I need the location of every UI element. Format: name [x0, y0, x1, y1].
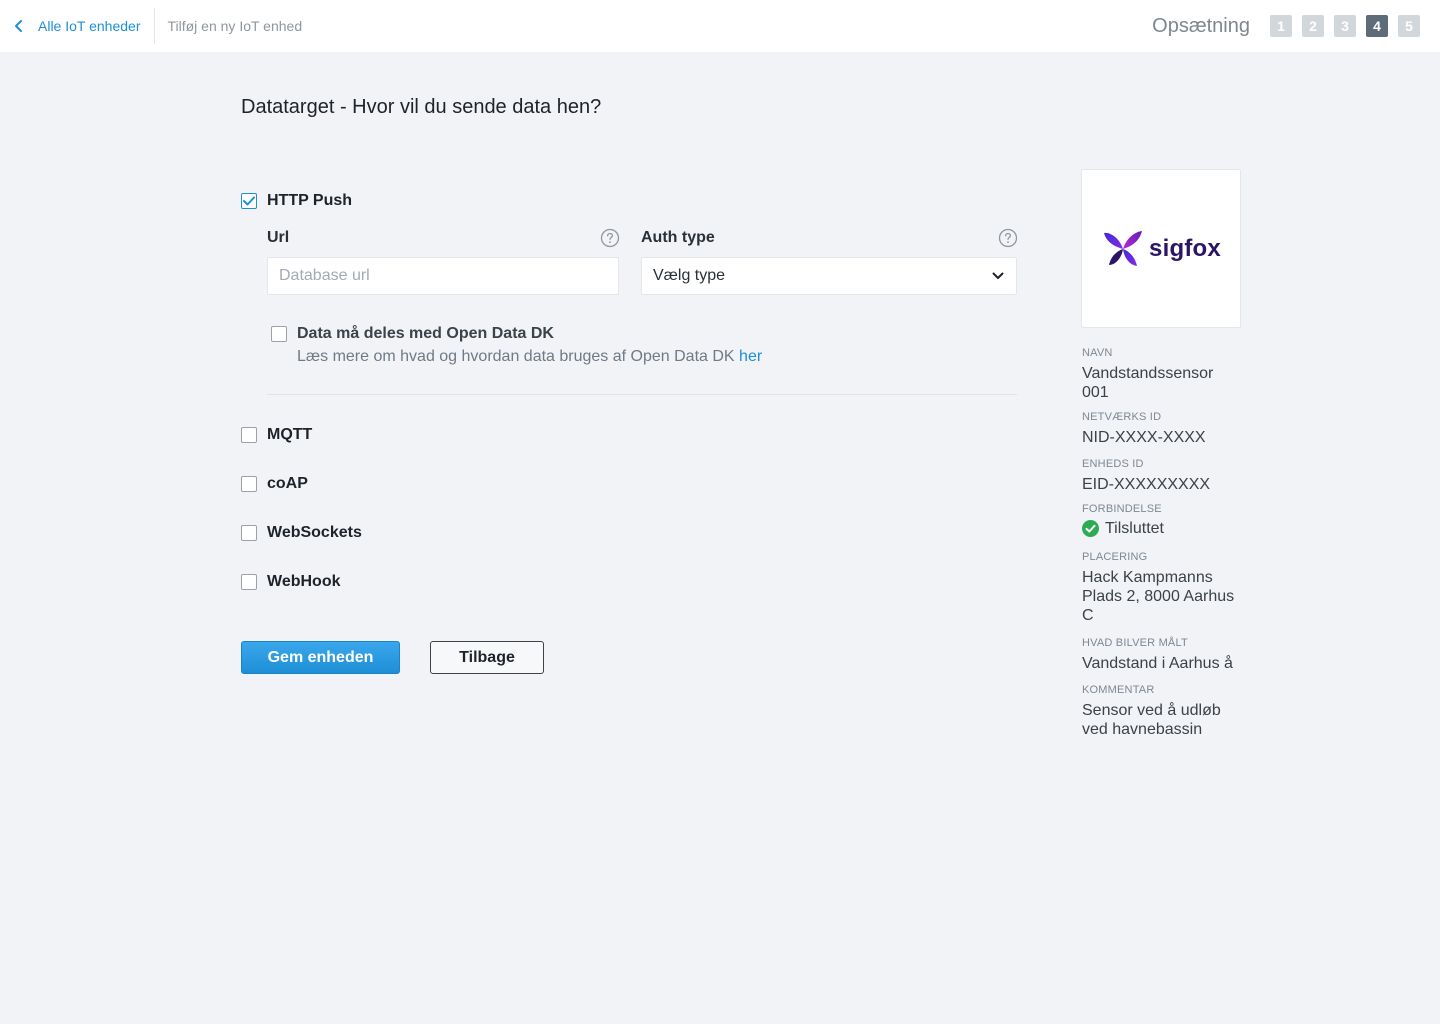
url-label: Url [267, 229, 290, 246]
top-bar: Alle IoT enheder Tilføj en ny IoT enhed … [0, 0, 1440, 52]
location-label: PLACERING [1082, 551, 1148, 563]
http-push-label: HTTP Push [267, 192, 353, 209]
location: PLACERING Hack Kampmanns Plads 2, 8000 A… [1082, 551, 1242, 625]
setup-steps: Opsætning 1 2 3 4 5 [1152, 0, 1420, 52]
connection-label: FORBINDELSE [1082, 503, 1162, 515]
websockets-label: WebSockets [267, 524, 362, 541]
network-id: NETVÆRKS ID NID-XXXX-XXXX [1082, 411, 1242, 447]
step-1[interactable]: 1 [1270, 15, 1292, 37]
opendata-checkbox[interactable] [271, 326, 287, 342]
url-input[interactable] [267, 257, 619, 295]
network-id-label: NETVÆRKS ID [1082, 411, 1162, 423]
coap-checkbox[interactable] [241, 476, 257, 492]
websockets-option: WebSockets [241, 524, 362, 542]
auth-type-help-icon[interactable] [998, 228, 1018, 248]
auth-type-label: Auth type [641, 229, 715, 246]
device-id-label: ENHEDS ID [1082, 458, 1144, 470]
url-help-icon[interactable] [600, 228, 620, 248]
breadcrumb-current: Tilføj en ny IoT enhed [167, 18, 303, 34]
webhook-label: WebHook [267, 573, 341, 590]
opendata-option: Data må deles med Open Data DK [271, 325, 554, 343]
back-button[interactable]: Tilbage [430, 641, 544, 674]
mqtt-label: MQTT [267, 426, 313, 443]
sigfox-butterfly-icon [1104, 230, 1143, 266]
save-device-button[interactable]: Gem enheden [241, 641, 400, 674]
websockets-checkbox[interactable] [241, 525, 257, 541]
steps-label: Opsætning [1152, 14, 1250, 37]
step-4-active[interactable]: 4 [1366, 15, 1388, 37]
coap-option: coAP [241, 475, 308, 493]
connection-status: FORBINDELSE Tilsluttet [1082, 503, 1242, 538]
breadcrumb-divider [154, 8, 156, 44]
mqtt-checkbox[interactable] [241, 427, 257, 443]
step-5[interactable]: 5 [1398, 15, 1420, 37]
step-3[interactable]: 3 [1334, 15, 1356, 37]
mqtt-option: MQTT [241, 426, 312, 444]
device-id: ENHEDS ID EID-XXXXXXXXX [1082, 458, 1242, 494]
name-value: Vandstandssensor 001 [1082, 365, 1214, 401]
device-id-value: EID-XXXXXXXXX [1082, 476, 1211, 493]
chevron-down-icon [992, 272, 1004, 279]
back-link-label: Alle IoT enheder [38, 18, 141, 34]
back-to-devices-link[interactable]: Alle IoT enheder [0, 0, 140, 52]
opendata-more-link[interactable]: her [739, 348, 762, 365]
comment-value: Sensor ved å udløb ved havnebassin [1082, 702, 1221, 738]
auth-type-selected: Vælg type [653, 267, 726, 284]
http-push-option: HTTP Push [241, 192, 352, 210]
auth-type-select[interactable]: Vælg type [641, 257, 1017, 295]
coap-label: coAP [267, 475, 308, 492]
http-push-checkbox[interactable] [241, 193, 257, 209]
network-id-value: NID-XXXX-XXXX [1082, 429, 1206, 446]
opendata-label: Data må deles med Open Data DK [297, 325, 554, 342]
step-2[interactable]: 2 [1302, 15, 1324, 37]
opendata-note-text: Læs mere om hvad og hvordan data bruges … [297, 348, 735, 365]
webhook-checkbox[interactable] [241, 574, 257, 590]
location-value: Hack Kampmanns Plads 2, 8000 Aarhus C [1082, 569, 1235, 624]
webhook-option: WebHook [241, 573, 340, 591]
measures-label: HVAD BILVER MÅLT [1082, 637, 1188, 649]
check-circle-icon [1082, 520, 1099, 537]
chevron-left-icon [15, 20, 22, 32]
comment-label: KOMMENTAR [1082, 684, 1155, 696]
measures-value: Vandstand i Aarhus å [1082, 655, 1233, 672]
section-divider [267, 394, 1017, 395]
device-logo-card: sigfox [1081, 169, 1241, 328]
comment: KOMMENTAR Sensor ved å udløb ved havneba… [1082, 684, 1242, 739]
name-label: NAVN [1082, 347, 1113, 359]
sigfox-logo-text: sigfox [1149, 234, 1221, 262]
opendata-note: Læs mere om hvad og hvordan data bruges … [297, 348, 762, 366]
device-name: NAVN Vandstandssensor 001 [1082, 347, 1242, 402]
checkmark-icon [243, 196, 255, 206]
connection-value: Tilsluttet [1105, 520, 1164, 537]
measures: HVAD BILVER MÅLT Vandstand i Aarhus å [1082, 637, 1242, 673]
page-title: Datatarget - Hvor vil du sende data hen? [241, 96, 602, 118]
